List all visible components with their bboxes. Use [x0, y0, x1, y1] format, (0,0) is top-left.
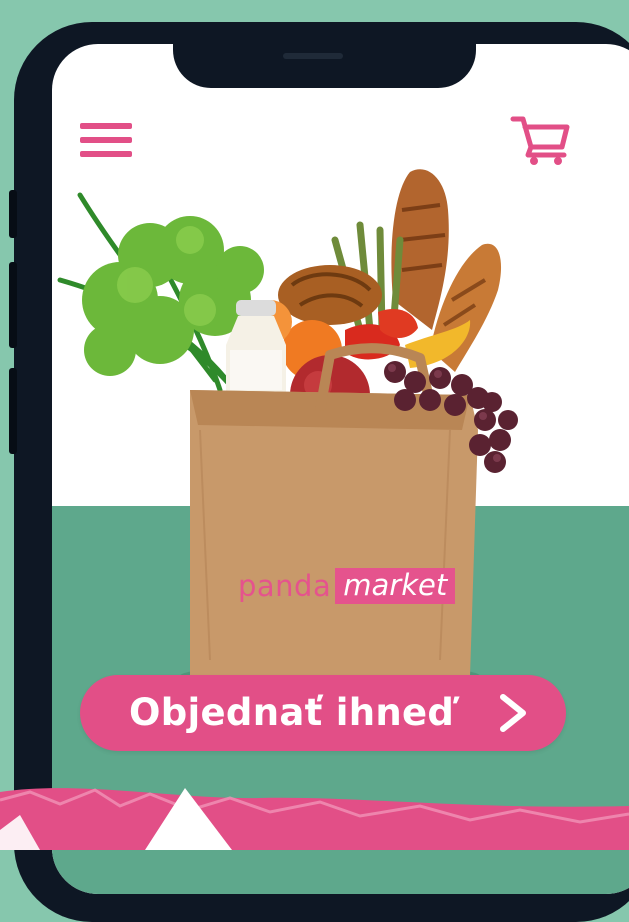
order-now-label: Objednať ihneď	[129, 691, 455, 734]
brand-logo-market: market	[335, 568, 456, 604]
phone-side-button	[9, 262, 17, 348]
phone-screen	[52, 44, 629, 894]
phone-side-button	[9, 190, 17, 238]
shopping-cart-icon	[510, 116, 570, 165]
chevron-right-icon	[500, 694, 526, 732]
phone-speaker	[283, 53, 343, 59]
cart-button[interactable]	[510, 115, 570, 167]
brush-stroke-decoration	[0, 788, 629, 850]
bag-brand-logo: panda market	[238, 568, 456, 604]
menu-button[interactable]	[80, 123, 132, 157]
brand-logo-panda: panda	[238, 569, 332, 603]
hamburger-menu-icon	[80, 123, 132, 157]
phone-side-button	[9, 368, 17, 454]
order-now-button[interactable]: Objednať ihneď	[80, 675, 566, 751]
